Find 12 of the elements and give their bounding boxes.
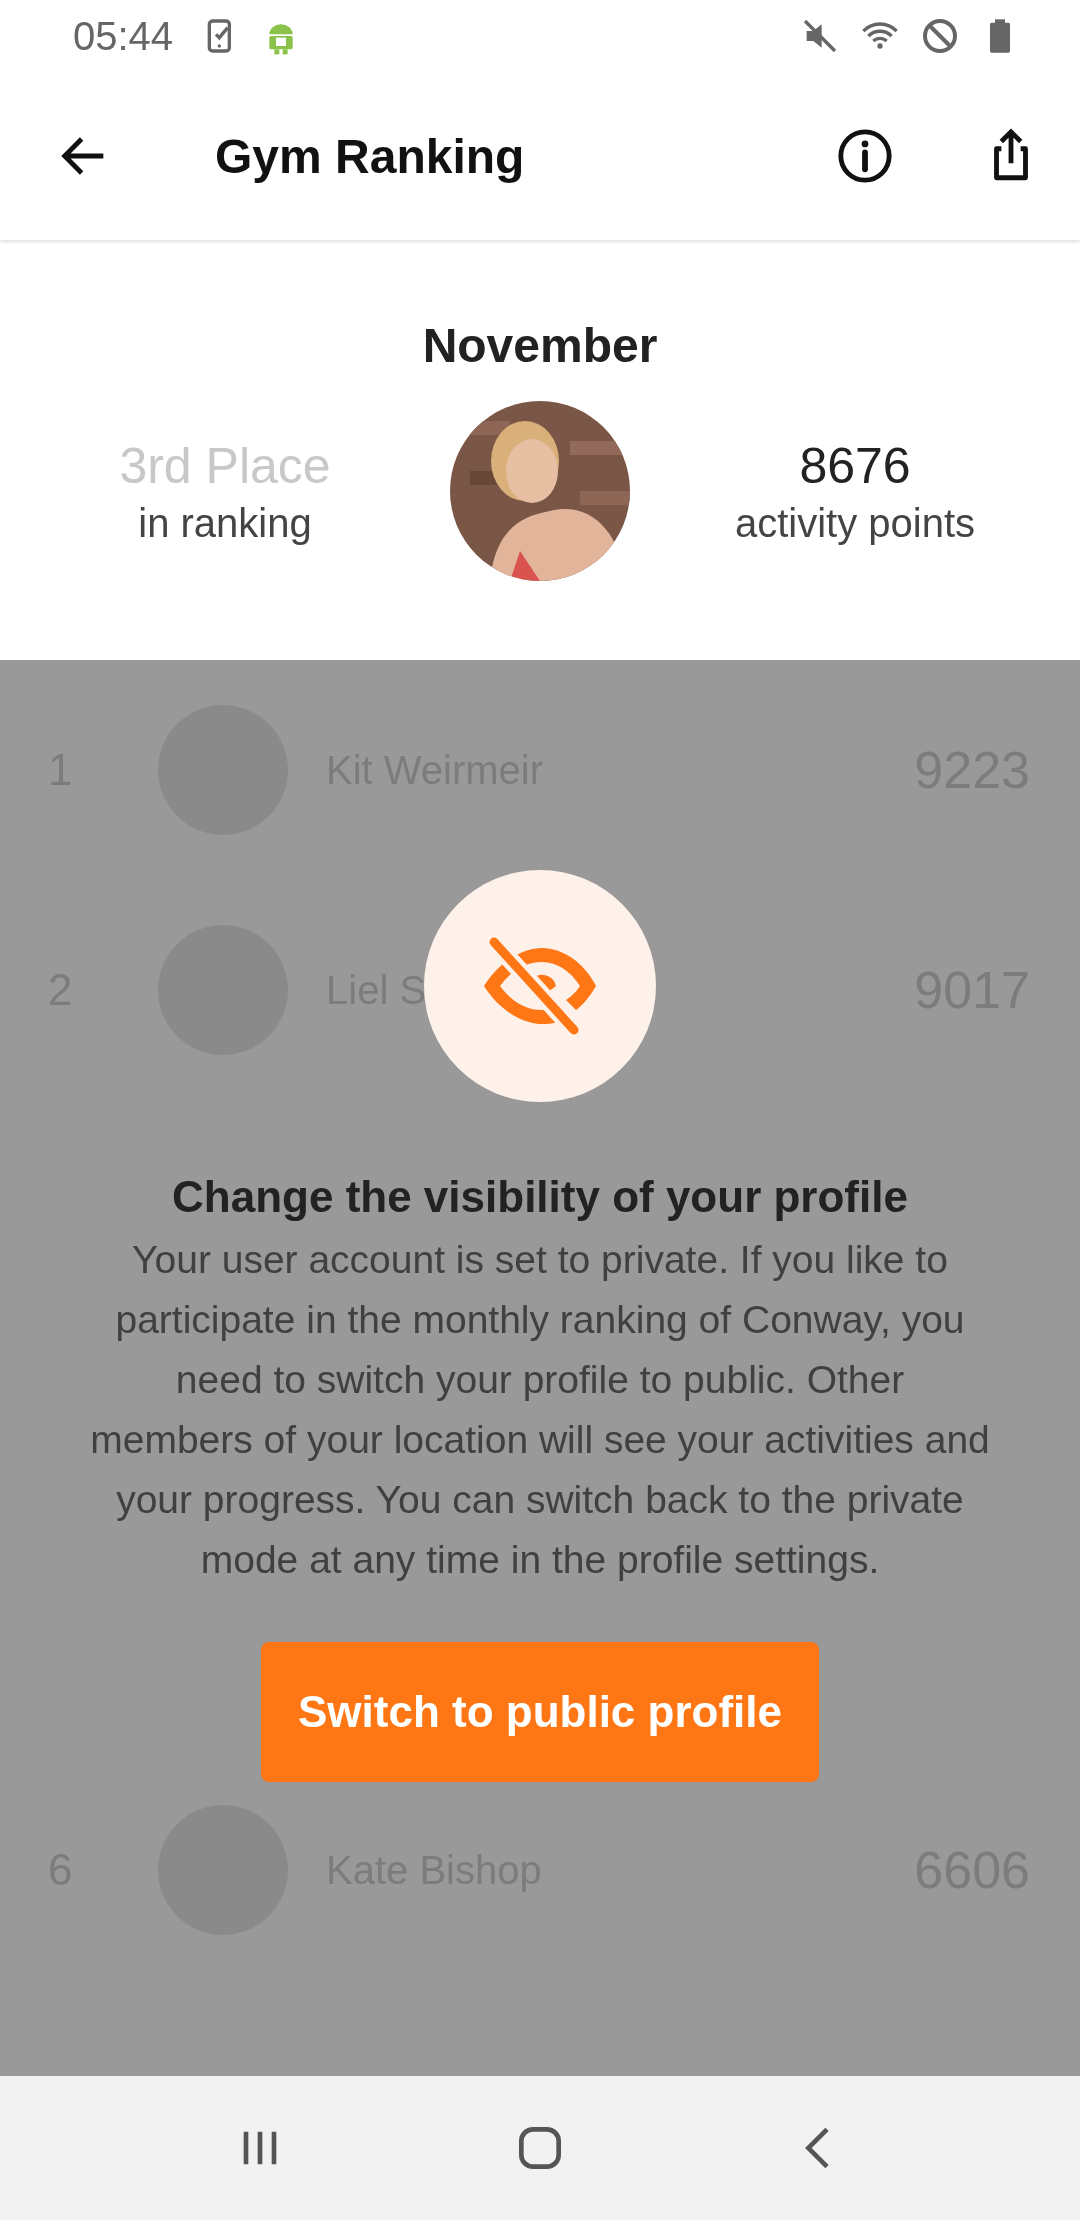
dialog-title: Change the visibility of your profile: [172, 1172, 908, 1222]
points-caption: activity points: [734, 500, 976, 546]
info-icon[interactable]: [836, 127, 894, 185]
month-heading: November: [422, 318, 658, 373]
dialog-message: Your user account is set to private. If you like to participate in the monthly ranking of Conway, you need to switch your profile to public. Other members of your location will see your activities and your progress. You can switch back to the private mode at any time in the profile settings.: [90, 1237, 990, 1583]
do-not-disturb-icon: [920, 16, 960, 56]
hidden-eye-icon: [424, 870, 656, 1102]
status-time: 05:44: [73, 13, 174, 59]
screen-title: Gym Ranking: [215, 128, 526, 184]
switch-profile-button[interactable]: Switch to public profile: [261, 1642, 819, 1782]
place-caption: in ranking: [138, 500, 312, 546]
activity-points-value: 8676: [799, 436, 911, 495]
